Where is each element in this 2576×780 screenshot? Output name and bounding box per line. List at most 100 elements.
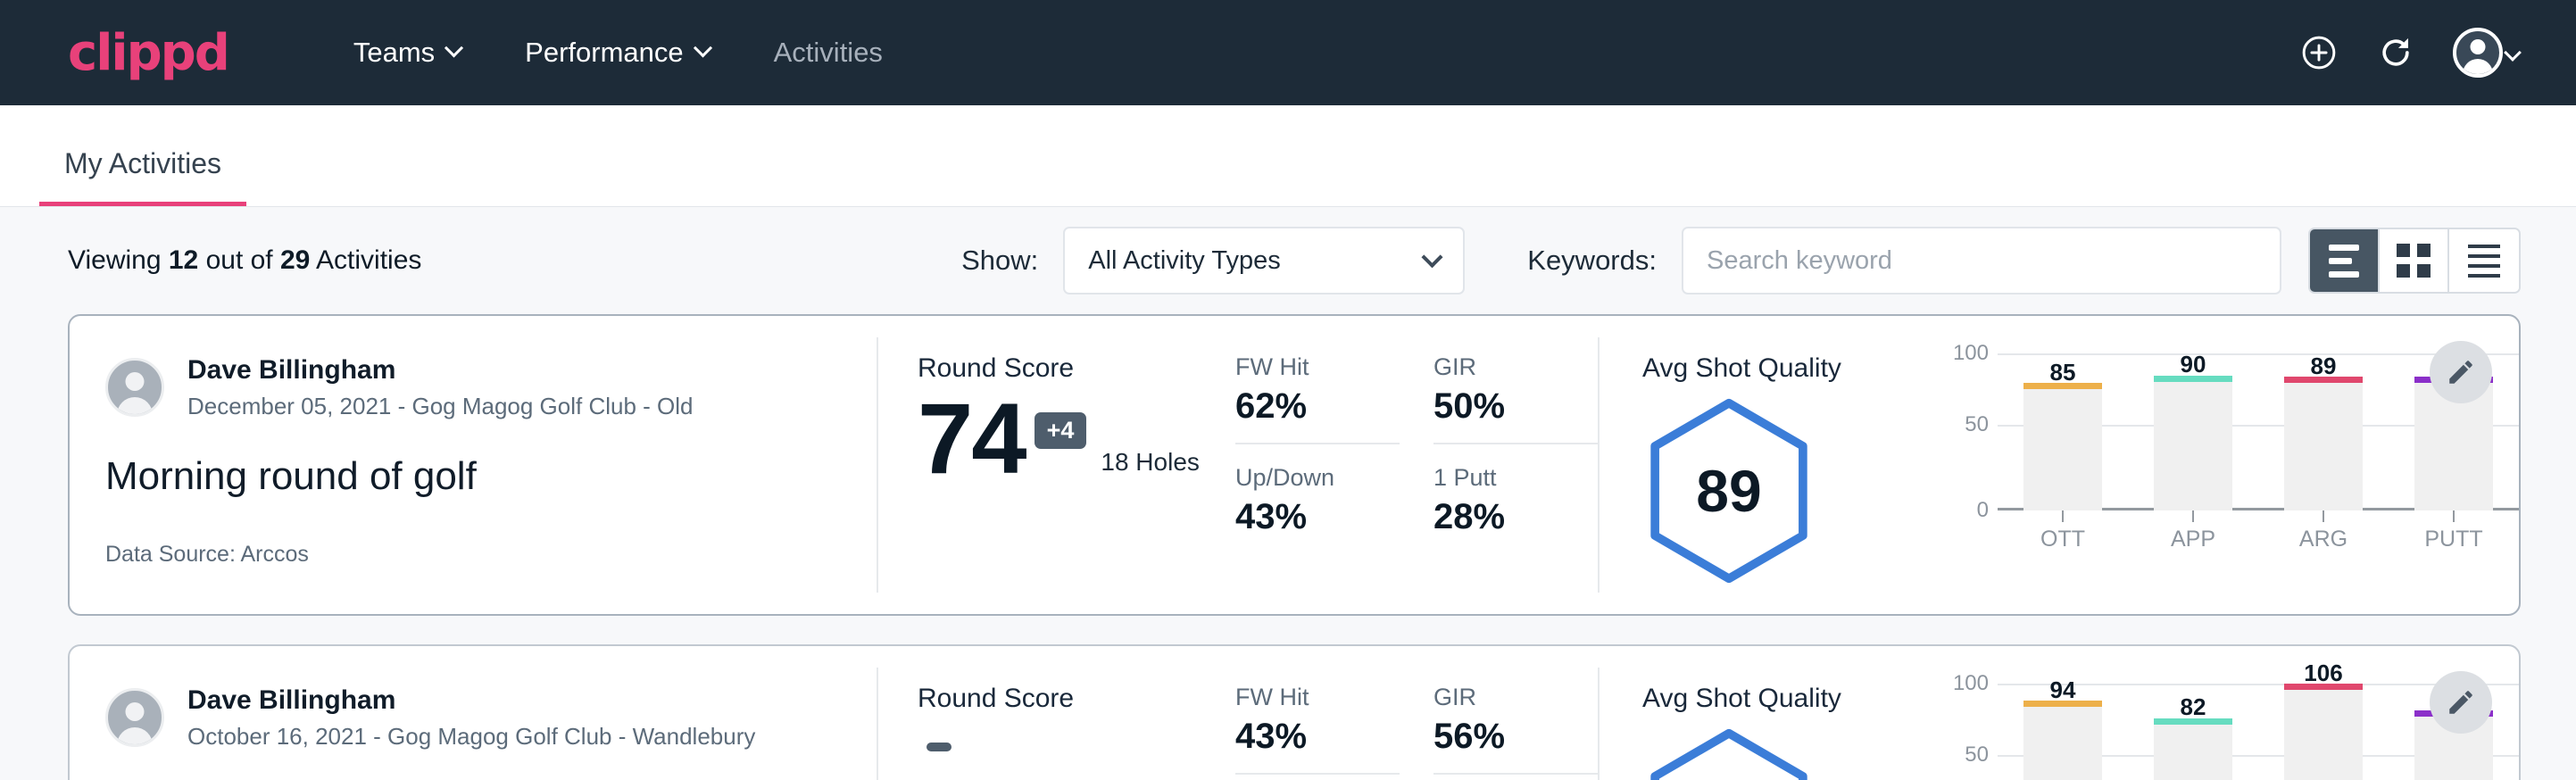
viewing-mid: out of (198, 245, 280, 275)
x-label-arg: ARG (2284, 527, 2363, 552)
avatar (105, 688, 164, 747)
compact-view-icon (2468, 245, 2500, 278)
x-tick (2284, 510, 2363, 522)
stat-fw-hit: FW Hit 43% (1235, 684, 1400, 780)
stat-value: 50% (1433, 386, 1598, 427)
stat-gir: GIR 56% (1433, 684, 1598, 780)
edit-activity-button[interactable] (2430, 671, 2492, 734)
avg-shot-quality-label: Avg Shot Quality (1642, 684, 1937, 714)
stat-up-down: Up/Down 43% (1235, 464, 1400, 537)
app-logo[interactable]: clippd (68, 24, 229, 82)
chart-x-ticks (1998, 510, 2519, 522)
chevron-down-icon (2504, 44, 2522, 62)
bar-body (2154, 382, 2232, 510)
viewing-prefix: Viewing (68, 245, 169, 275)
pencil-icon (2446, 687, 2476, 718)
show-label: Show: (961, 245, 1038, 277)
bar-value-label: 94 (2023, 676, 2102, 704)
search-input[interactable] (1707, 246, 2256, 276)
bar-value-label: 85 (2023, 359, 2102, 386)
stat-gir: GIR 50% (1433, 353, 1598, 464)
avatar (105, 358, 164, 417)
hex-wrapper (1642, 726, 1937, 780)
viewing-count: 12 (169, 245, 198, 275)
grid-view-icon (2397, 244, 2431, 278)
add-circle-icon[interactable] (2299, 33, 2339, 72)
stat-value: 62% (1235, 386, 1400, 427)
list-view-icon (2329, 245, 2359, 278)
viewing-summary: Viewing 12 out of 29 Activities (68, 245, 421, 276)
activity-summary: Dave Billingham October 16, 2021 - Gog M… (70, 646, 877, 780)
nav-actions (2299, 28, 2519, 78)
avg-shot-quality-value: 89 (1642, 396, 1816, 585)
avg-shot-quality-section: Avg Shot Quality 100 50 0 (1600, 646, 2519, 780)
activity-card[interactable]: Dave Billingham December 05, 2021 - Gog … (68, 314, 2521, 616)
primary-nav: Teams Performance Activities (321, 37, 915, 69)
stat-divider (1235, 443, 1400, 444)
stat-label: GIR (1433, 353, 1598, 381)
activity-card[interactable]: Dave Billingham October 16, 2021 - Gog M… (68, 644, 2521, 780)
stat-divider (1433, 773, 1598, 775)
activity-type-value: All Activity Types (1088, 246, 1280, 276)
refresh-icon[interactable] (2376, 33, 2415, 72)
viewing-suffix: Activities (310, 245, 421, 275)
shot-quality-bar-chart: 100 50 0 85 (1937, 353, 2519, 614)
round-stats-grid: FW Hit 62% GIR 50% Up/Down 43% 1 Putt 28… (1235, 316, 1598, 614)
y-tick-100: 100 (1953, 671, 1989, 696)
filter-controls: Show: All Activity Types Keywords: (961, 227, 2521, 295)
top-navigation-bar: clippd Teams Performance Activities (0, 0, 2576, 105)
round-score-section: Round Score 74 +4 18 Holes (878, 316, 1235, 614)
nav-item-label: Teams (353, 37, 435, 69)
bar-value-label: 90 (2154, 351, 2232, 378)
player-header: Dave Billingham October 16, 2021 - Gog M… (105, 684, 841, 752)
tab-my-activities[interactable]: My Activities (39, 147, 246, 206)
avg-shot-quality-label: Avg Shot Quality (1642, 353, 1937, 384)
nav-item-activities[interactable]: Activities (742, 37, 915, 69)
x-label-ott: OTT (2023, 527, 2102, 552)
player-header: Dave Billingham December 05, 2021 - Gog … (105, 353, 841, 422)
view-mode-toggle-group (2308, 228, 2521, 294)
holes-played-label: 18 Holes (1101, 448, 1200, 477)
score-to-par-badge: +4 (1035, 412, 1087, 449)
bar-body (2023, 389, 2102, 510)
nav-item-teams[interactable]: Teams (321, 37, 493, 69)
chart-y-axis: 100 50 0 (1946, 684, 1998, 780)
y-tick-50: 50 (1965, 743, 1989, 768)
hexagon-score-badge: 89 (1642, 396, 1816, 585)
compact-view-toggle[interactable] (2449, 229, 2519, 292)
activity-type-select[interactable]: All Activity Types (1063, 227, 1465, 295)
activity-summary: Dave Billingham December 05, 2021 - Gog … (70, 316, 877, 614)
player-name: Dave Billingham (187, 353, 694, 387)
avg-shot-quality-hex-block: Avg Shot Quality (1642, 684, 1937, 780)
edit-activity-button[interactable] (2430, 341, 2492, 403)
list-view-toggle[interactable] (2310, 229, 2380, 292)
grid-view-toggle[interactable] (2380, 229, 2449, 292)
activity-meta: December 05, 2021 - Gog Magog Golf Club … (187, 391, 694, 422)
round-score-row (918, 719, 1235, 771)
stat-label: FW Hit (1235, 353, 1400, 381)
nav-item-label: Activities (774, 37, 883, 69)
y-tick-100: 100 (1953, 341, 1989, 366)
x-tick (2414, 510, 2493, 522)
stat-label: 1 Putt (1433, 464, 1598, 492)
activity-card-list: Dave Billingham December 05, 2021 - Gog … (0, 314, 2576, 780)
chevron-down-icon (445, 38, 463, 57)
round-score-section: Round Score (878, 646, 1235, 780)
bar-arg: 106 (2284, 684, 2363, 780)
bar-ott: 85 (2023, 353, 2102, 510)
account-menu-button[interactable] (2453, 28, 2519, 78)
stat-label: Up/Down (1235, 464, 1400, 492)
avatar (2453, 28, 2503, 78)
search-field-wrapper[interactable] (1682, 227, 2281, 295)
avg-shot-quality-hex-block: Avg Shot Quality 89 (1642, 353, 1937, 614)
score-to-par-badge (927, 743, 951, 751)
stat-one-putt: 1 Putt 28% (1433, 464, 1598, 537)
stat-value: 43% (1235, 497, 1400, 537)
bar-value-label: 89 (2284, 353, 2363, 380)
nav-item-performance[interactable]: Performance (493, 37, 741, 69)
x-tick (2023, 510, 2102, 522)
stat-label: FW Hit (1235, 684, 1400, 711)
x-label-putt: PUTT (2414, 527, 2493, 552)
stat-divider (1235, 773, 1400, 775)
x-tick (2154, 510, 2232, 522)
